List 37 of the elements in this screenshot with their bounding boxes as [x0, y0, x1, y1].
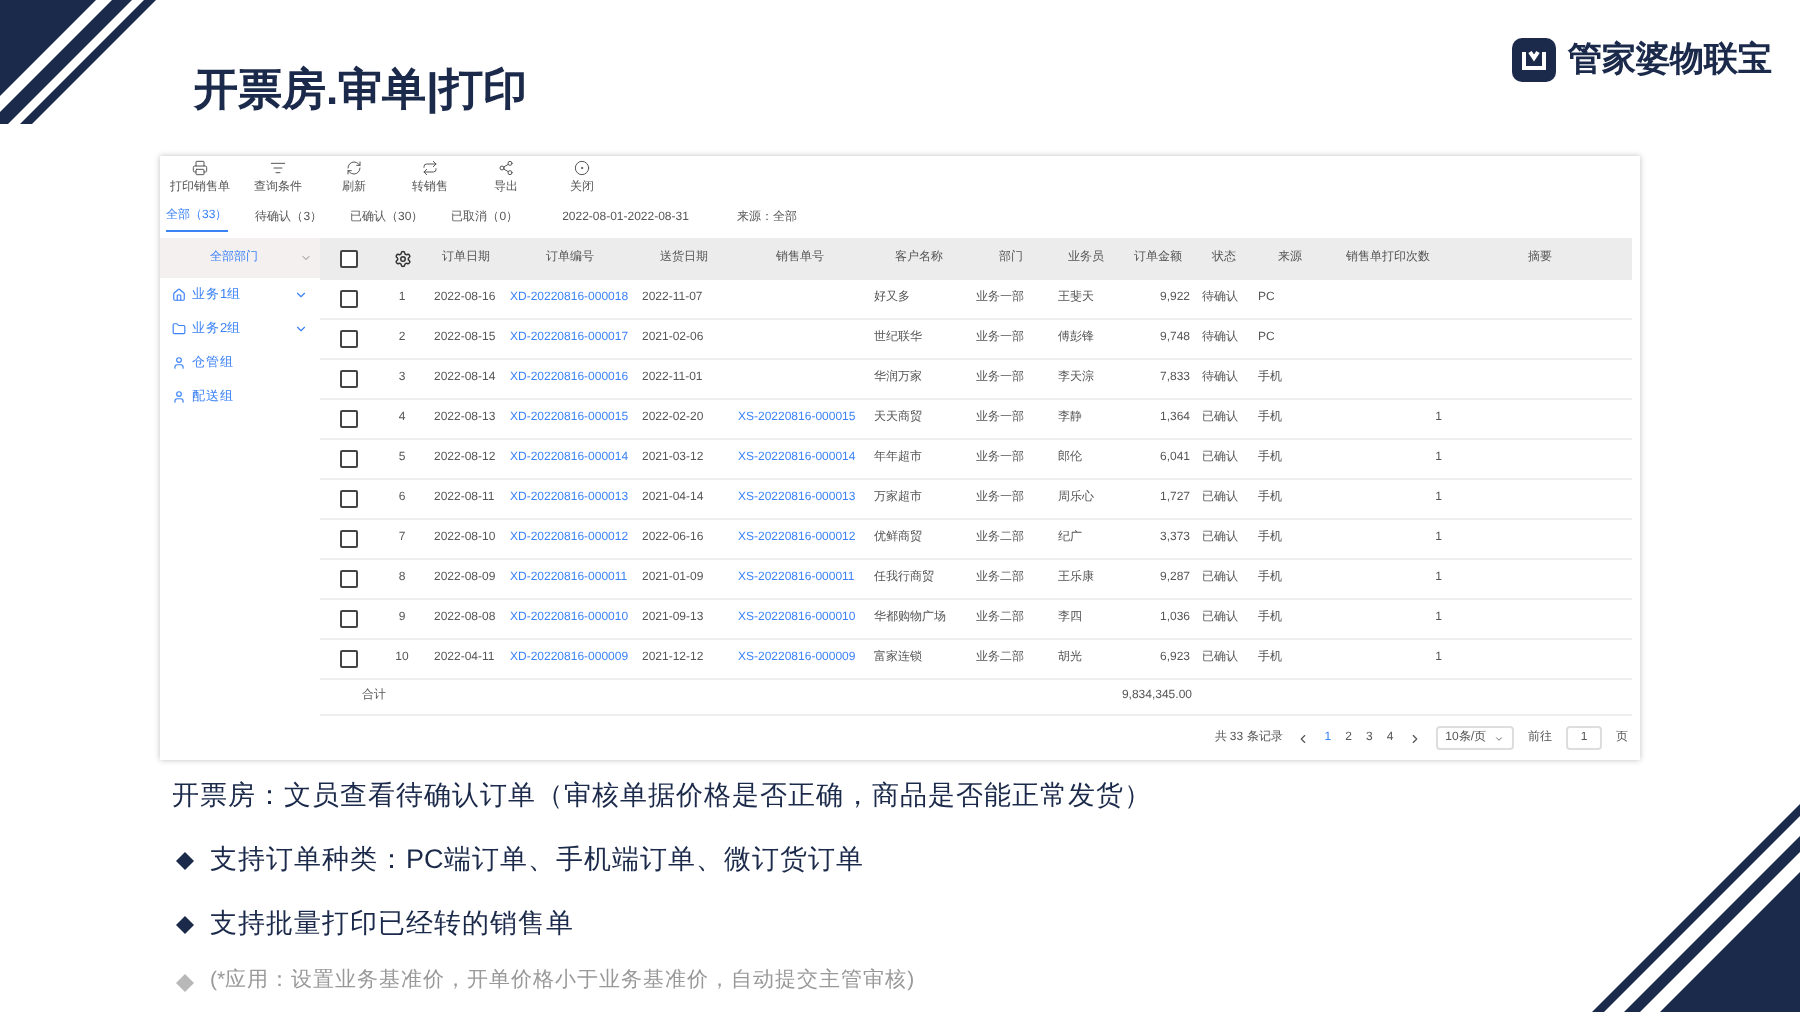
checkbox[interactable]	[339, 490, 357, 508]
bullet-text: (*应用：设置业务基准价，开单价格小于业务基准价，自动提交主管审核)	[210, 966, 915, 997]
checkbox[interactable]	[339, 570, 357, 588]
refresh-icon	[346, 160, 362, 176]
checkbox[interactable]	[339, 530, 357, 548]
checkbox[interactable]	[339, 290, 357, 308]
next-page-icon[interactable]	[1407, 731, 1422, 745]
person-icon	[172, 390, 186, 404]
person-icon	[172, 356, 186, 370]
chevron-down-icon	[294, 322, 308, 336]
checkbox[interactable]	[339, 250, 357, 268]
home-icon	[172, 288, 186, 302]
share-icon	[498, 160, 514, 176]
checkbox[interactable]	[339, 450, 357, 468]
folder-icon	[172, 322, 186, 336]
description-text: 开票房：文员查看待确认订单（审核单据价格是否正确，商品是否能正常发货）	[172, 778, 1154, 814]
slide-title: 开票房.审单|打印	[194, 68, 529, 112]
chevron-down-icon	[1494, 733, 1504, 743]
bullet-text: 支持订单种类：PC端订单、手机端订单、微订货订单	[210, 841, 864, 878]
diamond-bullet-icon	[176, 973, 194, 991]
diamond-bullet-icon	[176, 851, 194, 869]
checkbox[interactable]	[339, 330, 357, 348]
previous-page-icon[interactable]	[1296, 731, 1311, 745]
repeat-icon	[422, 160, 438, 176]
settings-icon	[393, 250, 411, 268]
checkbox[interactable]	[339, 370, 357, 388]
diamond-bullet-icon	[176, 915, 194, 933]
logo-icon	[1512, 37, 1556, 82]
brand-name: 管家婆物联宝	[1568, 38, 1772, 82]
printer-icon	[192, 160, 208, 176]
checkbox[interactable]	[339, 610, 357, 628]
chevron-down-icon	[294, 288, 308, 302]
bullet-text: 支持批量打印已经转的销售单	[210, 905, 574, 942]
filter-icon	[270, 160, 286, 176]
checkbox[interactable]	[339, 410, 357, 428]
checkbox[interactable]	[339, 650, 357, 668]
chevron-down-icon	[300, 252, 312, 264]
